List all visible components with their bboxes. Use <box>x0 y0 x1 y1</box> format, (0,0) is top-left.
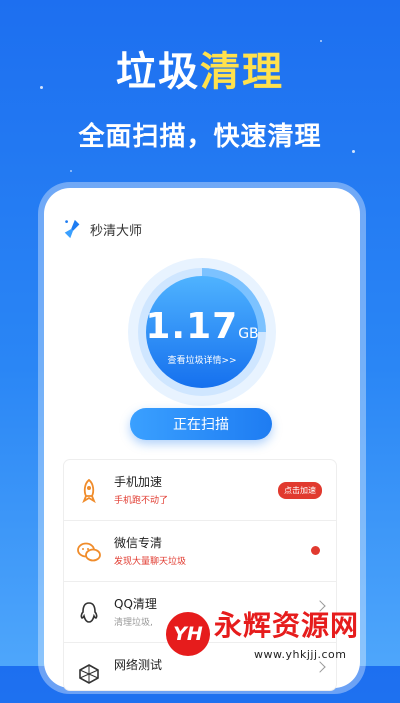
alert-dot <box>311 546 320 555</box>
network-icon <box>79 664 99 684</box>
app-name: 秒清大师 <box>90 223 143 239</box>
watermark-title: 永辉资源网 <box>214 609 360 642</box>
sparkle-decoration <box>70 170 72 172</box>
qq-icon <box>80 602 98 623</box>
scan-button[interactable]: 正在扫描 <box>130 408 272 440</box>
gauge-value: 1.17GB <box>126 306 278 347</box>
broom-logo-icon <box>64 219 80 239</box>
watermark-url: www.yhkjjj.com <box>254 648 347 661</box>
junk-details-link[interactable]: 查看垃圾详情>> <box>126 353 278 366</box>
headline-part2: 清理 <box>200 49 284 95</box>
list-item-wechat[interactable]: 微信专清 发现大量聊天垃圾 <box>64 521 336 582</box>
list-item-boost[interactable]: 手机加速 手机跑不动了 点击加速 <box>64 460 336 521</box>
junk-size-number: 1.17 <box>145 306 239 347</box>
watermark-logo: YH <box>166 612 210 656</box>
item-title: 微信专清 <box>114 536 163 550</box>
promo-subline: 全面扫描，快速清理 <box>78 122 322 152</box>
headline-part1: 垃圾 <box>116 49 200 95</box>
app-header: 秒清大师 <box>62 218 142 240</box>
rocket-icon <box>82 478 96 504</box>
item-title: QQ清理 <box>114 597 157 611</box>
promo-headline: 垃圾清理 <box>0 52 400 92</box>
item-desc: 发现大量聊天垃圾 <box>114 557 187 567</box>
item-desc: 手机跑不动了 <box>114 496 169 506</box>
site-watermark: YH 永辉资源网 www.yhkjjj.com <box>160 610 400 666</box>
wechat-icon <box>77 542 101 562</box>
item-title: 手机加速 <box>114 475 163 489</box>
junk-size-unit: GB <box>238 326 259 342</box>
item-title: 网络测试 <box>114 658 163 672</box>
item-desc: 清理垃圾, <box>114 618 153 628</box>
sparkle-decoration <box>320 40 322 42</box>
boost-now-button[interactable]: 点击加速 <box>278 482 322 499</box>
junk-size-gauge[interactable]: 1.17GB 查看垃圾详情>> <box>126 256 278 408</box>
